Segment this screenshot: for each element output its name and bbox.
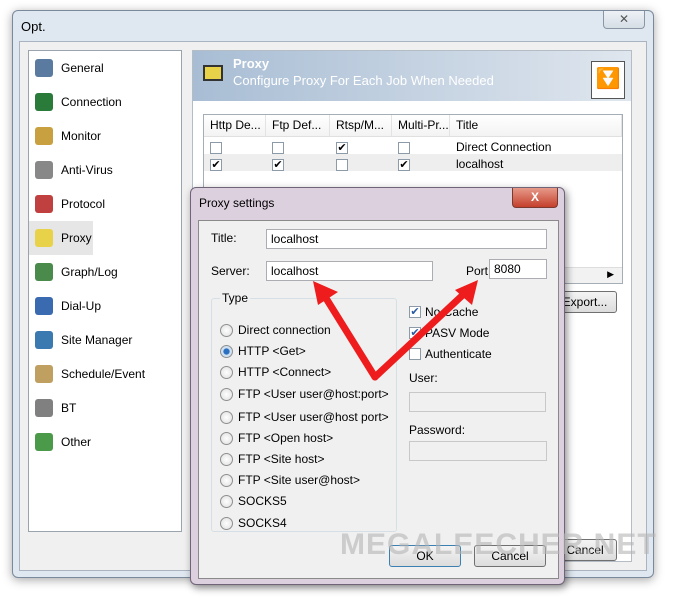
- arrow-to-port: [371, 288, 470, 381]
- annotation-arrows: [313, 280, 478, 381]
- arrow-to-server: [320, 291, 379, 381]
- watermark: MEGALEECHER.NET: [340, 528, 657, 561]
